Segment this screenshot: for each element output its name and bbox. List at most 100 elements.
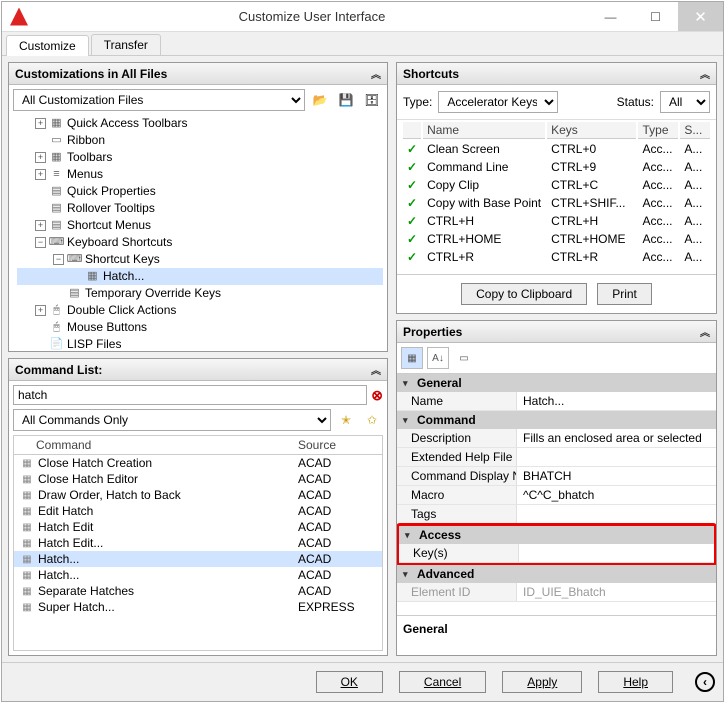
prop-row-keys[interactable]: Key(s) (399, 544, 714, 563)
shortcut-row[interactable]: ✓Copy with Base PointCTRL+SHIF...Acc...A… (403, 195, 710, 211)
check-icon: ✓ (403, 159, 421, 175)
tab-transfer[interactable]: Transfer (91, 34, 161, 55)
tree-shortcutmenus[interactable]: +▤Shortcut Menus (17, 217, 383, 234)
col-keys[interactable]: Keys (547, 122, 636, 139)
new-command-icon[interactable]: ✩ (361, 409, 383, 431)
clear-search-icon[interactable]: ⊗ (371, 387, 383, 404)
type-label: Type: (403, 95, 432, 109)
shortcut-row[interactable]: ✓CTRL+HOMECTRL+HOMEAcc...A... (403, 231, 710, 247)
command-row[interactable]: ▦Hatch EditACAD (14, 519, 382, 535)
back-icon[interactable]: ‹ (695, 672, 715, 692)
saveall-icon[interactable]: 🗄 (361, 89, 383, 111)
group-general[interactable]: ▾General (397, 374, 716, 392)
command-row[interactable]: ▦Super Hatch...EXPRESS (14, 599, 382, 615)
collapse-icon[interactable]: ︽ (371, 362, 381, 377)
tree-quickprops[interactable]: ▤Quick Properties (17, 183, 383, 200)
command-row[interactable]: ▦Close Hatch CreationACAD (14, 455, 382, 471)
group-advanced[interactable]: ▾Advanced (397, 565, 716, 583)
help-button[interactable]: Help (598, 671, 673, 693)
properties-title: Properties (403, 325, 462, 339)
col-command[interactable]: Command (36, 438, 298, 452)
commandlist-title: Command List: (15, 363, 102, 377)
cmd-icon: ▦ (18, 552, 36, 566)
shortcut-row[interactable]: ✓CTRL+HCTRL+HAcc...A... (403, 213, 710, 229)
cmd-icon: ▦ (18, 472, 36, 486)
prop-row-name[interactable]: NameHatch... (397, 392, 716, 411)
command-row[interactable]: ▦Separate HatchesACAD (14, 583, 382, 599)
group-command[interactable]: ▾Command (397, 411, 716, 429)
command-row[interactable]: ▦Close Hatch EditorACAD (14, 471, 382, 487)
shortcut-row[interactable]: ✓CTRL+RCTRL+RAcc...A... (403, 249, 710, 265)
group-access[interactable]: ▾Access (399, 526, 714, 544)
tree-ribbon[interactable]: ▭Ribbon (17, 132, 383, 149)
tab-customize[interactable]: Customize (6, 35, 89, 56)
prop-extra-icon: ▭ (453, 347, 475, 369)
prop-row-exthelp[interactable]: Extended Help File (397, 448, 716, 467)
app-icon (10, 8, 28, 26)
command-search-input[interactable] (13, 385, 367, 405)
apply-button[interactable]: Apply (502, 671, 582, 693)
load-icon[interactable]: 📂 (309, 89, 331, 111)
command-row[interactable]: ▦Draw Order, Hatch to BackACAD (14, 487, 382, 503)
tree-shortcutkeys[interactable]: −⌨Shortcut Keys (17, 251, 383, 268)
collapse-icon[interactable]: ︽ (700, 324, 710, 339)
col-type[interactable]: Type (638, 122, 678, 139)
tree-mouse[interactable]: 🖱Mouse Buttons (17, 319, 383, 336)
tree-qat[interactable]: +▦Quick Access Toolbars (17, 115, 383, 132)
properties-footer: General (397, 615, 716, 655)
cmd-icon: ▦ (18, 504, 36, 518)
command-filter-select[interactable]: All Commands Only (13, 409, 331, 431)
cmd-icon: ▦ (18, 584, 36, 598)
collapse-icon[interactable]: ︽ (700, 66, 710, 81)
collapse-icon[interactable]: ︽ (371, 66, 381, 81)
customizations-title: Customizations in All Files (15, 67, 167, 81)
command-row[interactable]: ▦Edit HatchACAD (14, 503, 382, 519)
categorized-icon[interactable]: ▦ (401, 347, 423, 369)
cmd-icon: ▦ (18, 568, 36, 582)
prop-row-elemid[interactable]: Element IDID_UIE_Bhatch (397, 583, 716, 602)
check-icon: ✓ (403, 213, 421, 229)
tree-hatch[interactable]: ▦Hatch... (17, 268, 383, 285)
tree-toolbars[interactable]: +▦Toolbars (17, 149, 383, 166)
tree-lisp[interactable]: 📄LISP Files (17, 336, 383, 351)
check-icon: ✓ (403, 249, 421, 265)
print-button[interactable]: Print (597, 283, 652, 305)
prop-row-macro[interactable]: Macro^C^C_bhatch (397, 486, 716, 505)
shortcut-row[interactable]: ✓Clean ScreenCTRL+0Acc...A... (403, 141, 710, 157)
tree-tempoverride[interactable]: ▤Temporary Override Keys (17, 285, 383, 302)
shortcut-type-select[interactable]: Accelerator Keys (438, 91, 558, 113)
check-icon: ✓ (403, 141, 421, 157)
tree-menus[interactable]: +≡Menus (17, 166, 383, 183)
col-src[interactable]: S... (680, 122, 710, 139)
window-title: Customize User Interface (36, 9, 588, 24)
command-row[interactable]: ▦Hatch...ACAD (14, 567, 382, 583)
tree-kbshortcuts[interactable]: −⌨Keyboard Shortcuts (17, 234, 383, 251)
check-icon: ✓ (403, 231, 421, 247)
maximize-button[interactable]: ☐ (633, 2, 678, 31)
minimize-button[interactable]: — (588, 2, 633, 31)
command-row[interactable]: ▦Hatch...ACAD (14, 551, 382, 567)
alphabetic-icon[interactable]: A↓ (427, 347, 449, 369)
shortcuts-title: Shortcuts (403, 67, 459, 81)
status-label: Status: (617, 95, 654, 109)
shortcut-status-select[interactable]: All (660, 91, 710, 113)
copy-clipboard-button[interactable]: Copy to Clipboard (461, 283, 587, 305)
cmd-icon: ▦ (18, 536, 36, 550)
cancel-button[interactable]: Cancel (399, 671, 486, 693)
shortcut-row[interactable]: ✓Command LineCTRL+9Acc...A... (403, 159, 710, 175)
prop-row-tags[interactable]: Tags (397, 505, 716, 524)
cmd-icon: ▦ (18, 456, 36, 470)
customization-file-select[interactable]: All Customization Files (13, 89, 305, 111)
col-name[interactable]: Name (423, 122, 545, 139)
prop-row-cmddisp[interactable]: Command Display NameBHATCH (397, 467, 716, 486)
find-icon[interactable]: ✭ (335, 409, 357, 431)
col-source[interactable]: Source (298, 438, 378, 452)
shortcut-row[interactable]: ✓Copy ClipCTRL+CAcc...A... (403, 177, 710, 193)
command-row[interactable]: ▦Hatch Edit...ACAD (14, 535, 382, 551)
tree-dblclick[interactable]: +🖱Double Click Actions (17, 302, 383, 319)
save-icon[interactable]: 💾 (335, 89, 357, 111)
prop-row-desc[interactable]: DescriptionFills an enclosed area or sel… (397, 429, 716, 448)
tree-rollover[interactable]: ▤Rollover Tooltips (17, 200, 383, 217)
ok-button[interactable]: OK (316, 671, 383, 693)
close-button[interactable]: ✕ (678, 2, 723, 31)
